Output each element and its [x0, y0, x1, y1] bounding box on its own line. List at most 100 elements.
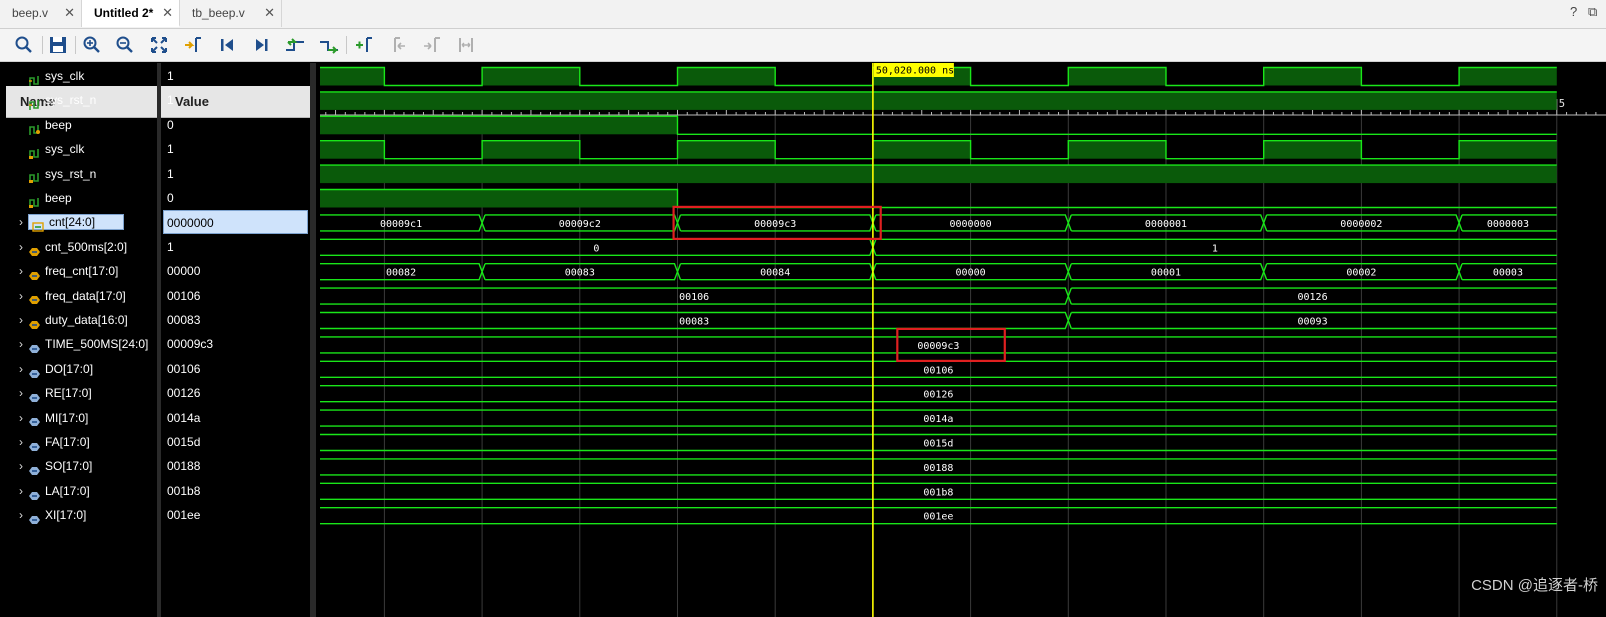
signal-value[interactable]: 0000000 [163, 210, 308, 235]
waveform-pane[interactable]: 49,970 ns49,980 ns49,990 ns50,000 ns50,0… [316, 63, 1606, 617]
bit-high-fill [320, 140, 385, 159]
tab-beep-v[interactable]: beep.v ✕ [0, 0, 82, 27]
signal-value[interactable]: 0014a [167, 406, 200, 430]
signal-name-label: cnt[24:0] [28, 214, 125, 232]
expand-chevron-icon[interactable]: › [14, 406, 28, 430]
tab-tb-beep-v[interactable]: tb_beep.v ✕ [180, 0, 282, 27]
close-icon[interactable]: ✕ [264, 0, 275, 26]
signal-row-name[interactable]: › LA[17:0] [14, 479, 90, 503]
tab-label: beep.v [12, 6, 49, 20]
help-icon[interactable]: ? [1570, 4, 1577, 19]
signal-value[interactable]: 1 [167, 235, 174, 259]
signal-value[interactable]: 001b8 [167, 479, 200, 503]
signal-name-text: sys_rst_n [45, 166, 97, 181]
previous-transition-icon[interactable] [282, 32, 308, 58]
expand-chevron-icon[interactable]: › [14, 332, 28, 356]
time-tick-label: 5 [1559, 98, 1565, 110]
signal-name-text: beep [45, 117, 72, 132]
watermark: CSDN @追逐者-桥 [1471, 577, 1598, 594]
expand-chevron-icon[interactable]: › [14, 259, 28, 283]
bus-value-label: 00126 [923, 390, 953, 401]
signal-row-name[interactable]: › SO[17:0] [14, 454, 92, 478]
expand-chevron-icon[interactable]: › [14, 503, 28, 527]
signal-row-name[interactable]: › TIME_500MS[24:0] [14, 332, 148, 356]
signal-value[interactable]: 1 [167, 64, 174, 88]
previous-marker-icon[interactable] [385, 32, 411, 58]
next-transition-icon[interactable] [316, 32, 342, 58]
expand-chevron-icon[interactable]: › [14, 430, 28, 454]
signal-value[interactable]: 00106 [167, 357, 200, 381]
expand-chevron-icon[interactable]: › [14, 454, 28, 478]
signal-name-label: freq_cnt[17:0] [28, 264, 118, 281]
signal-value[interactable]: 00106 [167, 284, 200, 308]
signal-value[interactable]: 0 [167, 113, 174, 137]
signal-row-name[interactable]: › RE[17:0] [14, 381, 92, 405]
next-marker-icon[interactable] [419, 32, 445, 58]
expand-chevron-icon[interactable]: › [14, 479, 28, 503]
expand-chevron-icon[interactable]: › [14, 357, 28, 381]
signal-value[interactable]: 00000 [167, 259, 200, 283]
signal-row-name[interactable]: sys_clk [14, 64, 84, 88]
bus-value-label: 00082 [386, 268, 416, 279]
value-column-header[interactable]: Value [161, 86, 310, 118]
go-to-cursor-icon[interactable] [180, 32, 206, 58]
bus-icon [28, 315, 41, 329]
signal-row-name[interactable]: › MI[17:0] [14, 406, 88, 430]
save-icon[interactable] [45, 32, 71, 58]
expand-chevron-icon[interactable]: › [14, 284, 28, 308]
param-icon [28, 461, 41, 476]
close-icon[interactable]: ✕ [162, 0, 173, 26]
signal-row-name[interactable]: › freq_cnt[17:0] [14, 259, 118, 283]
signal-value[interactable]: 1 [167, 137, 174, 161]
param-icon [28, 437, 41, 451]
signal-name-label: FA[17:0] [28, 435, 90, 451]
zoom-fit-icon[interactable] [146, 32, 172, 58]
bit-high-fill [482, 140, 580, 159]
signal-name-text: FA[17:0] [45, 435, 90, 449]
bus-value-label: 00009c3 [917, 341, 959, 352]
signal-row-name[interactable]: › FA[17:0] [14, 430, 90, 454]
signal-row-name[interactable]: › XI[17:0] [14, 503, 86, 527]
bus-value-label: 00009c2 [559, 219, 601, 230]
add-marker-icon[interactable] [351, 32, 377, 58]
signal-value[interactable]: 0015d [167, 430, 200, 454]
expand-chevron-icon[interactable]: › [14, 210, 28, 234]
signal-name-label: cnt_500ms[2:0] [28, 240, 127, 256]
signal-row-name[interactable]: sys_clk [14, 137, 84, 161]
signal-value[interactable]: 00188 [167, 454, 200, 478]
waveform-canvas[interactable]: 49,970 ns49,980 ns49,990 ns50,000 ns50,0… [316, 63, 1606, 617]
restore-window-icon[interactable]: ⧉ [1588, 4, 1597, 20]
bus-value-label: 00083 [565, 268, 595, 279]
signal-row-name[interactable]: beep [14, 186, 72, 210]
swap-cursors-icon[interactable] [453, 32, 479, 58]
expand-chevron-icon[interactable]: › [14, 235, 28, 259]
go-to-time-0-icon[interactable] [214, 32, 240, 58]
signal-row-name[interactable]: beep [14, 113, 72, 137]
signal-name-text: beep [45, 191, 72, 205]
signal-row-name[interactable]: › cnt[24:0] [14, 210, 125, 234]
signal-row-name[interactable]: sys_rst_n [14, 162, 96, 186]
zoom-out-icon[interactable] [112, 32, 138, 58]
signal-value[interactable]: 00083 [167, 308, 200, 332]
signal-row-name[interactable]: › freq_data[17:0] [14, 284, 126, 308]
signal-value[interactable]: 1 [167, 88, 174, 112]
signal-row-name[interactable]: › cnt_500ms[2:0] [14, 235, 127, 259]
signal-row-name[interactable]: sys_rst_n [14, 88, 96, 112]
signal-value[interactable]: 00009c3 [167, 332, 213, 356]
close-icon[interactable]: ✕ [64, 0, 75, 26]
go-to-last-time-icon[interactable] [248, 32, 274, 58]
signal-value[interactable]: 0 [167, 186, 174, 210]
expand-chevron-icon[interactable]: › [14, 308, 28, 332]
signal-row-name[interactable]: › DO[17:0] [14, 357, 93, 381]
bus-value-label: 0 [593, 243, 599, 254]
tab-untitled-2[interactable]: Untitled 2* ✕ [82, 0, 180, 27]
zoom-in-icon[interactable] [79, 32, 105, 58]
expand-chevron-icon[interactable]: › [14, 381, 28, 405]
signal-value[interactable]: 1 [167, 162, 174, 186]
bus-value-label: 001ee [923, 512, 953, 523]
signal-value[interactable]: 00126 [167, 381, 200, 405]
bit-high-fill [320, 165, 1557, 184]
search-icon[interactable] [11, 32, 37, 58]
signal-value[interactable]: 001ee [167, 503, 200, 527]
signal-row-name[interactable]: › duty_data[16:0] [14, 308, 128, 332]
